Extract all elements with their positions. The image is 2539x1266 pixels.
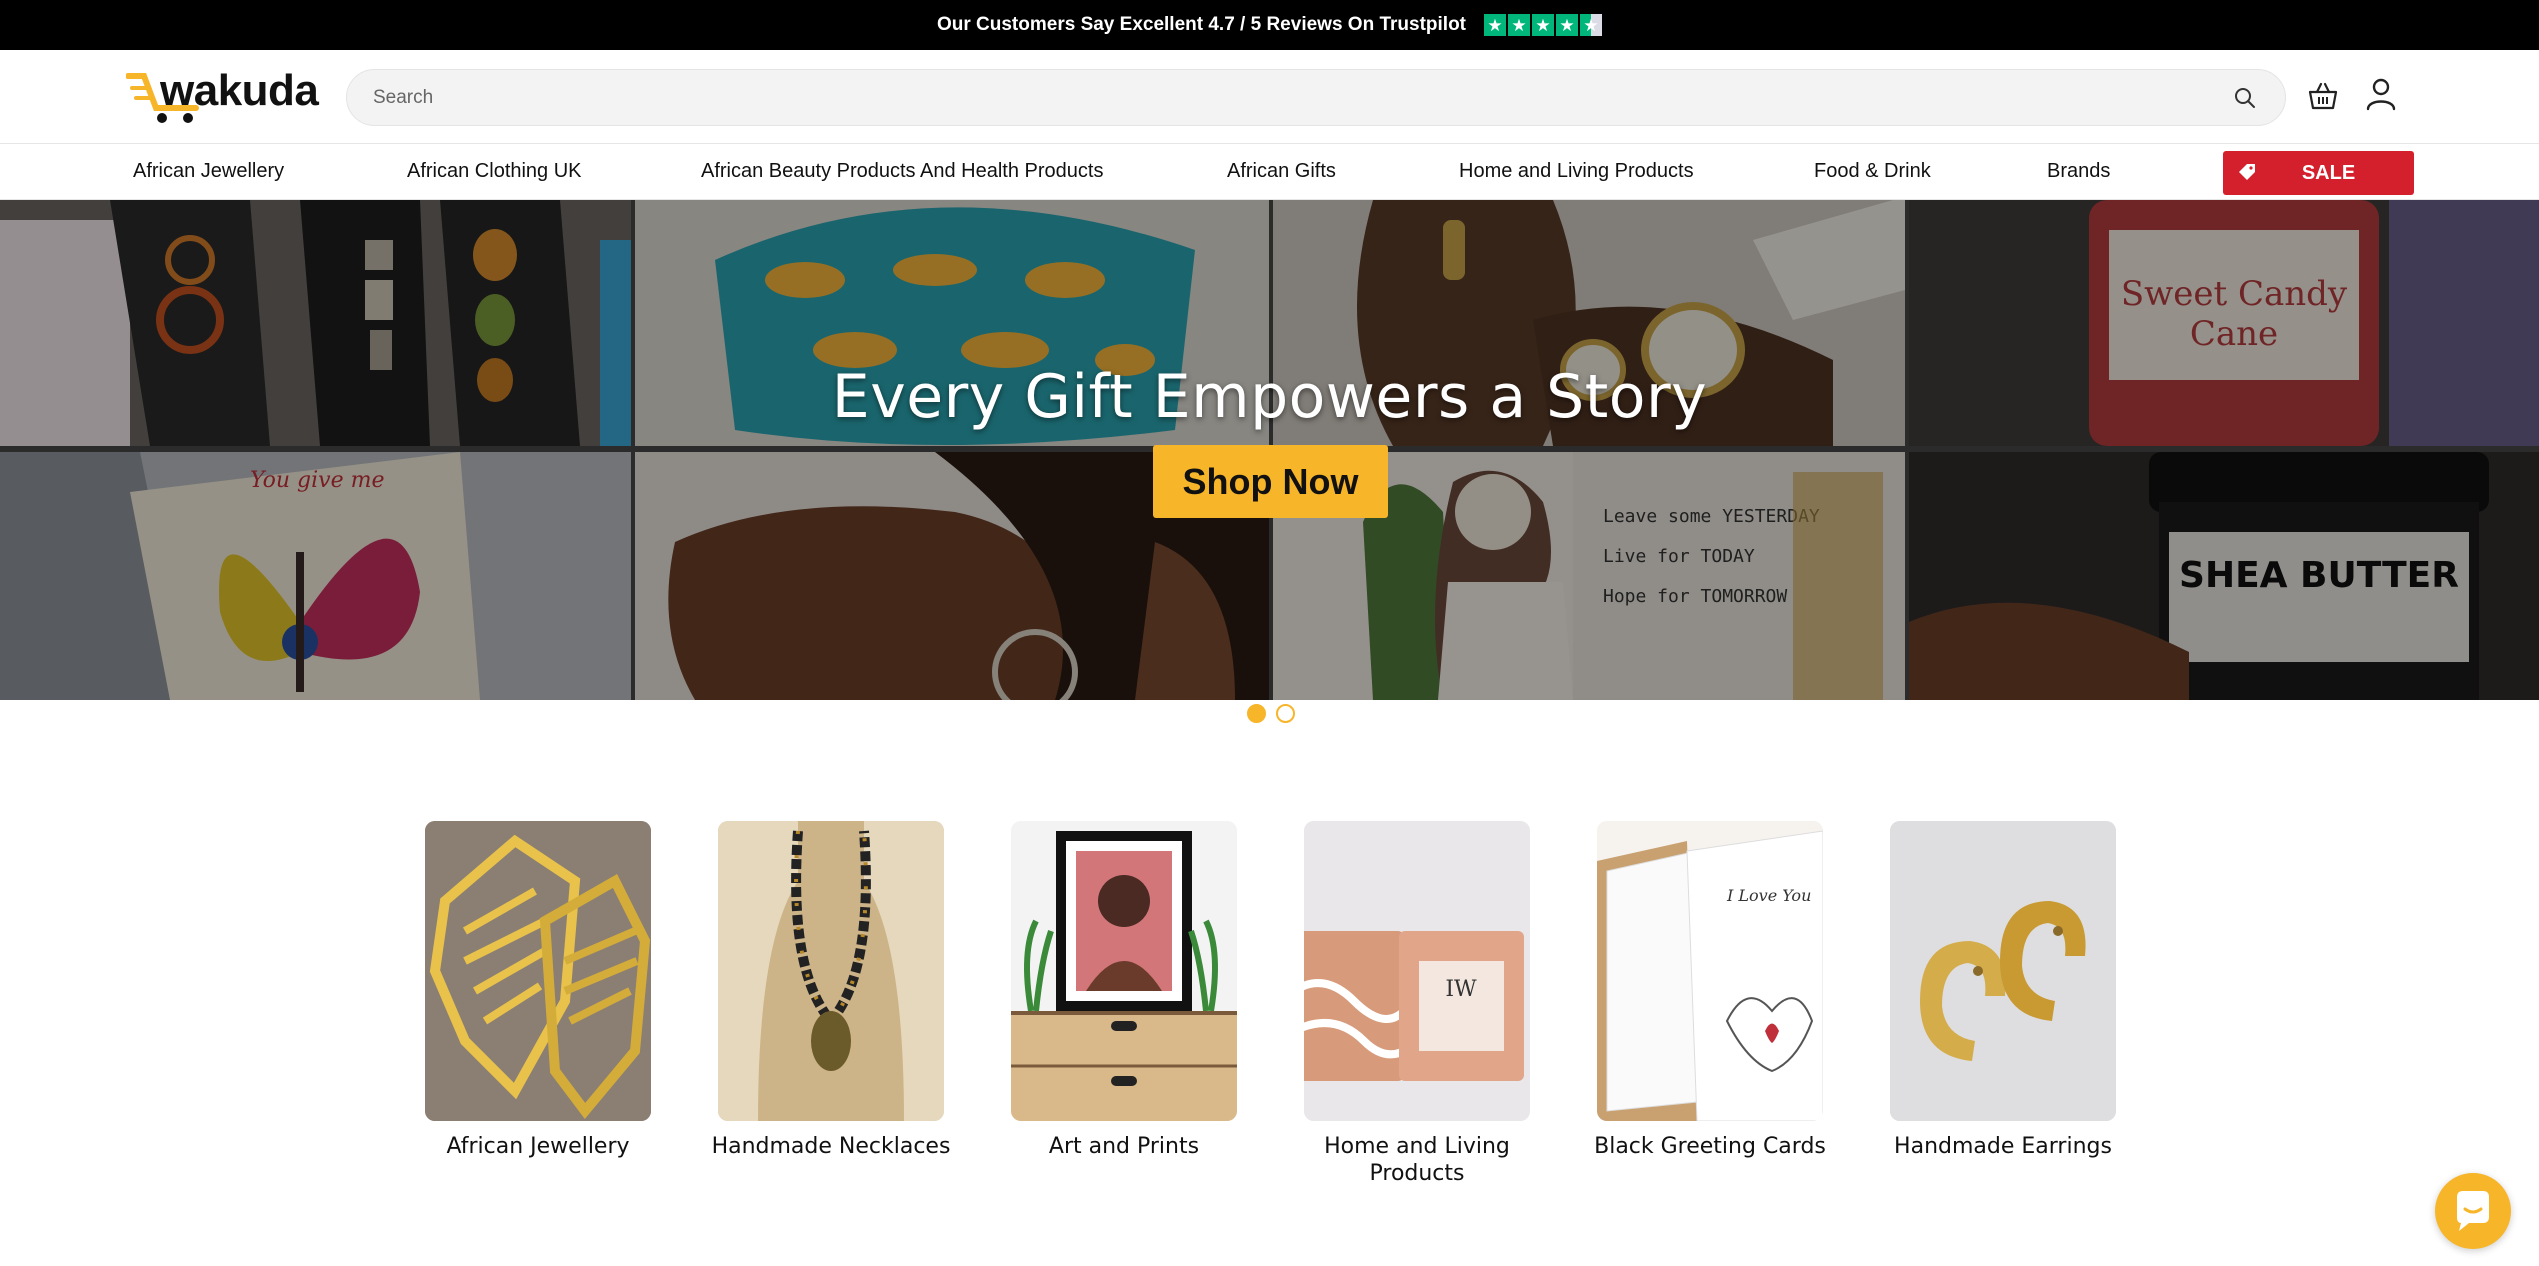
logo-text: wakuda xyxy=(160,66,319,115)
user-icon[interactable] xyxy=(2366,77,2396,111)
category-label[interactable]: African Jewellery xyxy=(408,1133,668,1160)
category-image[interactable]: IW xyxy=(1304,821,1530,1121)
carousel-dots xyxy=(1247,704,1295,723)
nav-item-african-jewellery[interactable]: African Jewellery xyxy=(133,160,284,183)
carousel-dot-1[interactable] xyxy=(1247,704,1266,723)
star-icon: ★ xyxy=(1484,14,1506,36)
category-label[interactable]: Art and Prints xyxy=(994,1133,1254,1160)
search-bar[interactable] xyxy=(346,69,2286,126)
category-card-handmade-earrings[interactable]: Handmade Earrings xyxy=(1890,821,2116,1160)
nav-item-home-living[interactable]: Home and Living Products xyxy=(1459,160,1694,183)
category-card-handmade-necklaces[interactable]: Handmade Necklaces xyxy=(712,821,950,1160)
category-label[interactable]: Black Greeting Cards xyxy=(1580,1133,1840,1160)
star-icon: ★ xyxy=(1556,14,1578,36)
category-label[interactable]: Home and Living Products xyxy=(1287,1133,1547,1187)
svg-text:I Love You: I Love You xyxy=(1726,886,1811,905)
hero-tile-butterfly-card: You give me xyxy=(0,452,631,700)
category-card-african-jewellery[interactable]: African Jewellery xyxy=(425,821,651,1160)
trustpilot-text: Our Customers Say Excellent 4.7 / 5 Revi… xyxy=(936,14,1466,35)
chat-bubble-icon xyxy=(2457,1191,2489,1231)
hero-carousel[interactable]: Sweet Candy Cane You give me Leave some … xyxy=(0,200,2539,700)
category-image[interactable]: I Love You xyxy=(1597,821,1823,1121)
nav-item-african-gifts[interactable]: African Gifts xyxy=(1227,160,1336,183)
category-card-home-and-living[interactable]: IW Home and Living Products xyxy=(1304,821,1530,1187)
site-logo[interactable]: wakuda xyxy=(126,66,331,123)
nav-item-food-drink[interactable]: Food & Drink xyxy=(1814,160,1931,183)
category-image[interactable] xyxy=(425,821,651,1121)
carousel-dot-2[interactable] xyxy=(1276,704,1295,723)
category-image[interactable] xyxy=(1890,821,2116,1121)
trustpilot-stars: ★ ★ ★ ★ ★ xyxy=(1484,14,1602,36)
category-image[interactable] xyxy=(1011,821,1237,1121)
sale-label: SALE xyxy=(2301,161,2356,184)
chat-button[interactable] xyxy=(2435,1173,2511,1249)
trustpilot-banner[interactable]: Our Customers Say Excellent 4.7 / 5 Revi… xyxy=(0,0,2539,50)
search-input[interactable] xyxy=(373,70,2193,125)
category-label[interactable]: Handmade Necklaces xyxy=(701,1133,961,1160)
category-card-black-greeting-cards[interactable]: I Love You Black Greeting Cards xyxy=(1594,821,1826,1160)
nav-item-african-clothing[interactable]: African Clothing UK xyxy=(407,160,582,183)
main-nav: African Jewellery African Clothing UK Af… xyxy=(0,143,2539,200)
basket-icon[interactable] xyxy=(2307,80,2339,112)
category-label[interactable]: Handmade Earrings xyxy=(1873,1133,2133,1160)
nav-item-brands[interactable]: Brands xyxy=(2047,160,2110,183)
shop-now-button[interactable]: Shop Now xyxy=(1153,445,1388,518)
svg-text:IW: IW xyxy=(1445,977,1477,1002)
site-header: wakuda xyxy=(0,50,2539,143)
hero-tile-shea-butter: SHEA BUTTER xyxy=(1909,452,2539,700)
star-icon: ★ xyxy=(1508,14,1530,36)
nav-item-beauty-health[interactable]: African Beauty Products And Health Produ… xyxy=(701,160,1103,183)
category-card-art-and-prints[interactable]: Art and Prints xyxy=(1011,821,1237,1160)
star-icon: ★ xyxy=(1532,14,1554,36)
category-image[interactable] xyxy=(718,821,944,1121)
half-star-icon: ★ xyxy=(1580,14,1602,36)
sale-button[interactable]: SALE xyxy=(2223,151,2414,195)
hero-title: Every Gift Empowers a Story xyxy=(831,362,1708,432)
search-icon[interactable] xyxy=(2233,86,2257,110)
